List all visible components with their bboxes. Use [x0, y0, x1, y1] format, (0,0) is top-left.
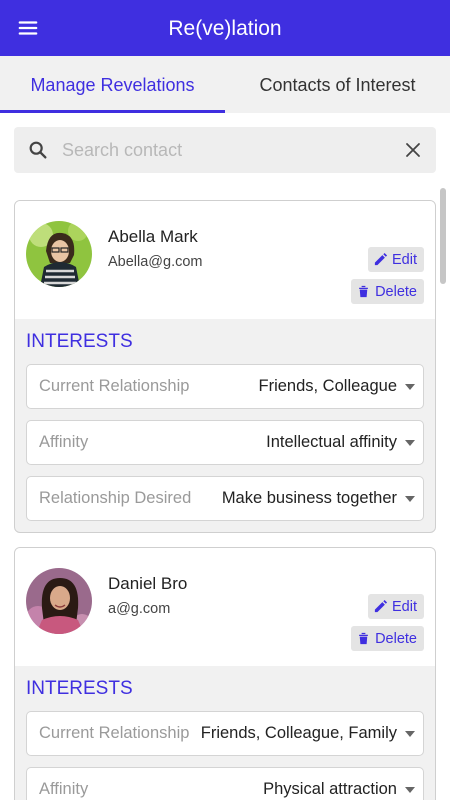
trash-icon: [359, 632, 368, 645]
field-value: Intellectual affinity: [266, 433, 397, 451]
delete-label: Delete: [375, 630, 417, 647]
hamburger-icon: [18, 21, 38, 35]
avatar: [26, 221, 92, 287]
dropdown-arrow-icon: [397, 493, 423, 505]
dropdown-arrow-icon: [397, 437, 423, 449]
contact-card-header: Abella Mark Abella@g.com Edit Delete: [15, 201, 435, 319]
dropdown-arrow-icon: [397, 784, 423, 796]
delete-button[interactable]: Delete: [351, 626, 424, 651]
tab-bar: Manage Revelations Contacts of Interest: [0, 56, 450, 113]
interests-heading: INTERESTS: [26, 678, 133, 699]
field-label: Affinity: [39, 433, 89, 451]
search-icon: [14, 127, 62, 173]
pencil-icon: [374, 252, 388, 266]
field-label: Current Relationship: [39, 724, 190, 742]
contact-card: Abella Mark Abella@g.com Edit Delete INT…: [14, 200, 436, 533]
affinity-select[interactable]: Affinity Physical attraction: [26, 767, 424, 800]
delete-label: Delete: [375, 283, 417, 300]
current-relationship-select[interactable]: Current Relationship Friends, Colleague: [26, 364, 424, 409]
edit-label: Edit: [392, 251, 417, 268]
edit-button[interactable]: Edit: [368, 594, 424, 619]
search-input[interactable]: [62, 127, 390, 173]
field-value: Friends, Colleague: [258, 377, 398, 395]
edit-button[interactable]: Edit: [368, 247, 424, 272]
contact-name: Daniel Bro: [108, 574, 188, 593]
contact-email: Abella@g.com: [108, 254, 203, 270]
field-label: Affinity: [39, 780, 89, 798]
dropdown-arrow-icon: [397, 381, 423, 393]
clear-search-icon[interactable]: [390, 127, 436, 173]
field-label: Relationship Desired: [39, 489, 192, 507]
dropdown-arrow-icon: [397, 728, 423, 740]
tab-contacts-of-interest[interactable]: Contacts of Interest: [225, 56, 450, 113]
contact-card-header: Daniel Bro a@g.com Edit Delete: [15, 548, 435, 666]
app-title: Re(ve)lation: [168, 17, 282, 40]
contact-email: a@g.com: [108, 601, 171, 617]
interests-heading: INTERESTS: [26, 331, 133, 352]
tab-manage-revelations[interactable]: Manage Revelations: [0, 56, 225, 113]
avatar: [26, 568, 92, 634]
field-value: Friends, Colleague, Family: [200, 724, 397, 742]
search-bar: [14, 127, 436, 173]
contact-card: Daniel Bro a@g.com Edit Delete INTERESTS…: [14, 547, 436, 800]
pencil-icon: [374, 599, 388, 613]
contact-name: Abella Mark: [108, 227, 198, 246]
edit-label: Edit: [392, 598, 417, 615]
field-value: Make business together: [221, 489, 397, 507]
current-relationship-select[interactable]: Current Relationship Friends, Colleague,…: [26, 711, 424, 756]
field-value: Physical attraction: [263, 780, 397, 798]
app-bar: Re(ve)lation: [0, 0, 450, 56]
field-label: Current Relationship: [39, 377, 190, 395]
menu-button[interactable]: [0, 0, 56, 56]
relationship-desired-select[interactable]: Relationship Desired Make business toget…: [26, 476, 424, 521]
affinity-select[interactable]: Affinity Intellectual affinity: [26, 420, 424, 465]
trash-icon: [359, 285, 368, 298]
scrollbar-thumb[interactable]: [440, 188, 446, 284]
delete-button[interactable]: Delete: [351, 279, 424, 304]
